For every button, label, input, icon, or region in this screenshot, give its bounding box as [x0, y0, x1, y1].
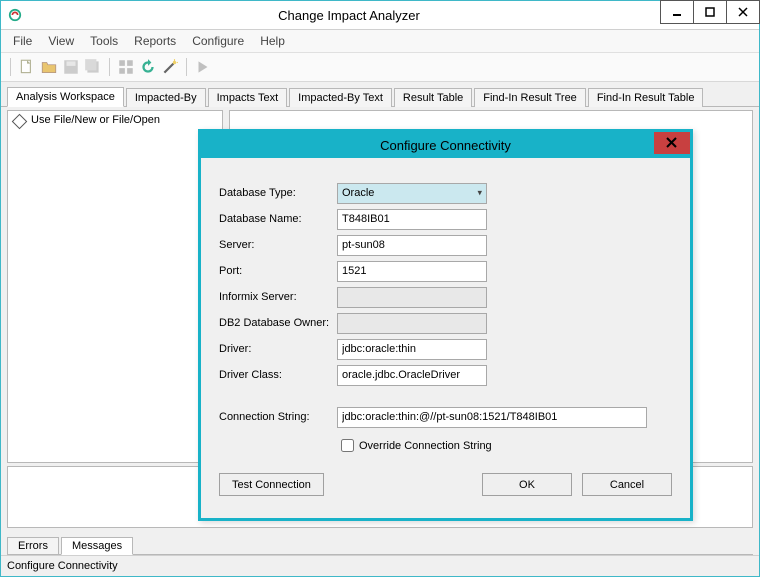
override-connection-string-checkbox[interactable] — [341, 439, 354, 452]
toolbar-separator — [109, 58, 110, 76]
database-type-select[interactable]: Oracle — [337, 183, 487, 204]
label-informix-server: Informix Server: — [219, 291, 337, 303]
menu-tools[interactable]: Tools — [82, 32, 126, 50]
port-input[interactable] — [337, 261, 487, 282]
label-port: Port: — [219, 265, 337, 277]
dialog-close-button[interactable] — [654, 132, 690, 154]
save-all-icon[interactable] — [84, 58, 102, 76]
toolbar-separator — [10, 58, 11, 76]
label-driver: Driver: — [219, 343, 337, 355]
menu-configure[interactable]: Configure — [184, 32, 252, 50]
tab-impacted-by-text[interactable]: Impacted-By Text — [289, 88, 392, 107]
driver-input[interactable] — [337, 339, 487, 360]
label-database-type: Database Type: — [219, 187, 337, 199]
tab-errors[interactable]: Errors — [7, 537, 59, 555]
tab-analysis-workspace[interactable]: Analysis Workspace — [7, 87, 124, 107]
left-panel-hint: Use File/New or File/Open — [31, 114, 160, 126]
dialog-body: Database Type: Oracle ▾ Database Name: S… — [201, 158, 690, 518]
label-override: Override Connection String — [359, 440, 492, 452]
db2-owner-input — [337, 313, 487, 334]
connection-string-input[interactable] — [337, 407, 647, 428]
app-icon — [7, 7, 23, 23]
tab-impacted-by[interactable]: Impacted-By — [126, 88, 206, 107]
play-icon[interactable] — [194, 58, 212, 76]
database-name-input[interactable] — [337, 209, 487, 230]
tab-result-table[interactable]: Result Table — [394, 88, 472, 107]
bottom-tabs: Errors Messages — [1, 533, 759, 555]
close-button[interactable] — [726, 0, 760, 24]
menubar: File View Tools Reports Configure Help — [1, 30, 759, 53]
label-driver-class: Driver Class: — [219, 369, 337, 381]
tab-find-in-result-tree[interactable]: Find-In Result Tree — [474, 88, 586, 107]
server-input[interactable] — [337, 235, 487, 256]
toolbar-separator — [186, 58, 187, 76]
test-connection-button[interactable]: Test Connection — [219, 473, 324, 496]
driver-class-input[interactable] — [337, 365, 487, 386]
minimize-button[interactable] — [660, 0, 694, 24]
tab-impacts-text[interactable]: Impacts Text — [208, 88, 288, 107]
left-panel: Use File/New or File/Open — [7, 110, 223, 463]
status-text: Configure Connectivity — [7, 560, 118, 572]
wand-icon[interactable] — [161, 58, 179, 76]
tab-messages[interactable]: Messages — [61, 537, 133, 555]
titlebar: Change Impact Analyzer — [1, 1, 759, 30]
menu-help[interactable]: Help — [252, 32, 293, 50]
window-title: Change Impact Analyzer — [29, 8, 759, 23]
window-controls — [661, 0, 760, 24]
statusbar: Configure Connectivity — [1, 555, 759, 576]
label-server: Server: — [219, 239, 337, 251]
maximize-button[interactable] — [693, 0, 727, 24]
open-folder-icon[interactable] — [40, 58, 58, 76]
label-connection-string: Connection String: — [219, 411, 337, 423]
toolbar — [1, 53, 759, 82]
diamond-icon — [12, 114, 28, 130]
label-database-name: Database Name: — [219, 213, 337, 225]
dialog-titlebar: Configure Connectivity — [201, 132, 690, 158]
configure-connectivity-dialog: Configure Connectivity Database Type: Or… — [198, 129, 693, 521]
main-tabs: Analysis Workspace Impacted-By Impacts T… — [1, 82, 759, 107]
new-file-icon[interactable] — [18, 58, 36, 76]
menu-view[interactable]: View — [40, 32, 82, 50]
informix-server-input — [337, 287, 487, 308]
refresh-icon[interactable] — [139, 58, 157, 76]
grid-icon[interactable] — [117, 58, 135, 76]
dialog-title: Configure Connectivity — [380, 138, 511, 153]
tab-find-in-result-table[interactable]: Find-In Result Table — [588, 88, 704, 107]
cancel-button[interactable]: Cancel — [582, 473, 672, 496]
menu-reports[interactable]: Reports — [126, 32, 184, 50]
save-icon[interactable] — [62, 58, 80, 76]
application-window: Change Impact Analyzer File View Tools R… — [0, 0, 760, 577]
menu-file[interactable]: File — [5, 32, 40, 50]
ok-button[interactable]: OK — [482, 473, 572, 496]
label-db2-owner: DB2 Database Owner: — [219, 317, 337, 329]
